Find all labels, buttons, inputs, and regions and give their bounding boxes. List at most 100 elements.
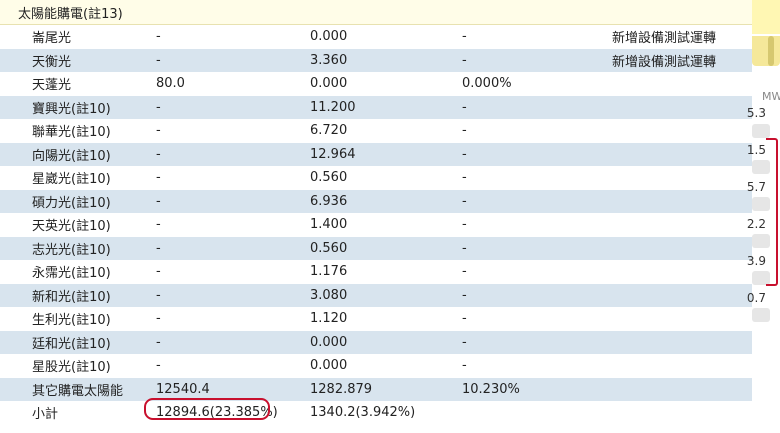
- table-cell: -: [156, 170, 161, 186]
- side-number: 2.2: [746, 217, 766, 231]
- table-cell: -: [156, 334, 161, 350]
- table-cell: 新增設備測試運轉: [612, 54, 717, 70]
- table-cell: -: [156, 123, 161, 139]
- plant-name: 聯華光(註10): [32, 125, 111, 141]
- table-cell: -: [462, 170, 467, 186]
- side-number: 0.7: [746, 291, 766, 305]
- table-cell: 3.360: [310, 52, 348, 68]
- table-row: 星股光(註10) - 0.000 -: [0, 354, 752, 378]
- table-cell: 0.000: [310, 76, 348, 92]
- plant-name: 星崴光(註10): [32, 172, 111, 188]
- table-cell: -: [462, 99, 467, 115]
- highlight-box: [766, 138, 778, 286]
- table-cell: -: [156, 193, 161, 209]
- scrollbar-thumb[interactable]: [768, 36, 774, 66]
- side-number: 5.3: [746, 106, 766, 120]
- plant-name: 永霈光(註10): [32, 266, 111, 282]
- plant-name: 天蓬光: [32, 78, 72, 94]
- table-cell: 1.120: [310, 311, 348, 327]
- table-row: 志光光(註10) - 0.560 -: [0, 236, 752, 260]
- plant-name: 天衡光: [32, 54, 72, 70]
- table-row: 廷和光(註10) - 0.000 -: [0, 330, 752, 354]
- table-cell: -: [462, 311, 467, 327]
- table-cell: -: [462, 358, 467, 374]
- side-unit: MW: [762, 90, 780, 103]
- plant-name: 天英光(註10): [32, 219, 111, 235]
- table-cell: 0.560: [310, 170, 348, 186]
- table-row: 星崴光(註10) - 0.560 -: [0, 166, 752, 190]
- plant-name: 星股光(註10): [32, 360, 111, 376]
- table-cell: 12.964: [310, 146, 356, 162]
- table-cell: -: [156, 29, 161, 45]
- section-header: 太陽能購電(註13): [0, 0, 752, 25]
- plant-name: 碩力光(註10): [32, 195, 111, 211]
- plant-name: 廷和光(註10): [32, 336, 111, 352]
- table-cell: -: [156, 146, 161, 162]
- table-cell: -: [462, 217, 467, 233]
- side-number: 5.7: [746, 180, 766, 194]
- table-cell: -: [156, 217, 161, 233]
- side-bar: [752, 124, 770, 138]
- table-row: 崙尾光 - 0.000 - 新增設備測試運轉: [0, 25, 752, 49]
- table-cell: 80.0: [156, 76, 185, 92]
- subtotal-value: 1340.2(3.942%): [310, 405, 416, 421]
- table-cell: -: [462, 146, 467, 162]
- table-cell: -: [462, 52, 467, 68]
- power-table: 太陽能購電(註13) 崙尾光 -0.000- 新增設備測試運轉 天衡光 -3.360- 新…: [0, 0, 752, 433]
- side-panel-partial: MW 5.3 1.5 5.7 2.2 3.9 0.7: [747, 0, 780, 433]
- section-title: 太陽能購電(註13): [18, 6, 123, 22]
- plant-name: 寶興光(註10): [32, 101, 111, 117]
- table-row: 天英光(註10) - 1.400 -: [0, 213, 752, 237]
- table-cell: -: [156, 287, 161, 303]
- table-cell: -: [462, 123, 467, 139]
- table-cell: 0.560: [310, 240, 348, 256]
- table-row: 聯華光(註10) - 6.720 -: [0, 119, 752, 143]
- table-cell: -: [462, 264, 467, 280]
- plant-name: 向陽光(註10): [32, 148, 111, 164]
- table-row: 生利光(註10) - 1.120 -: [0, 307, 752, 331]
- table-cell: -: [462, 334, 467, 350]
- side-bar: [752, 308, 770, 322]
- table-row: 永霈光(註10) - 1.176 -: [0, 260, 752, 284]
- table-cell: 0.000: [310, 358, 348, 374]
- table-cell: 0.000%: [462, 76, 512, 92]
- subtotal-label: 小計: [32, 407, 59, 423]
- plant-name: 其它購電太陽能: [32, 383, 124, 399]
- table-cell: -: [156, 99, 161, 115]
- table-cell: 12540.4: [156, 381, 210, 397]
- table-cell: -: [156, 311, 161, 327]
- side-header-2: [752, 36, 780, 66]
- table-cell: 1282.879: [310, 381, 373, 397]
- table-cell: -: [462, 240, 467, 256]
- table-cell: 6.720: [310, 123, 348, 139]
- table-cell: 10.230%: [462, 381, 520, 397]
- plant-name: 崙尾光: [32, 31, 72, 47]
- side-number: 3.9: [746, 254, 766, 268]
- table-row: 其它購電太陽能 12540.4 1282.879 10.230%: [0, 377, 752, 401]
- subtotal-row: 小計 12894.6(23.385%) 1340.2(3.942%): [0, 398, 752, 425]
- table-cell: 11.200: [310, 99, 356, 115]
- table-cell: -: [156, 52, 161, 68]
- plant-name: 志光光(註10): [32, 242, 111, 258]
- table-row: 寶興光(註10) - 11.200 -: [0, 95, 752, 119]
- side-number: 1.5: [746, 143, 766, 157]
- plant-name: 新和光(註10): [32, 289, 111, 305]
- table-cell: -: [462, 287, 467, 303]
- table-body: 崙尾光 -0.000- 新增設備測試運轉 天衡光 -3.360- 新增設備測試運轉 天蓬光 8…: [0, 25, 752, 425]
- table-cell: 6.936: [310, 193, 348, 209]
- table-cell: -: [156, 264, 161, 280]
- table-row: 碩力光(註10) - 6.936 -: [0, 189, 752, 213]
- plant-name: 生利光(註10): [32, 313, 111, 329]
- table-row: 向陽光(註10) - 12.964 -: [0, 142, 752, 166]
- table-row: 新和光(註10) - 3.080 -: [0, 283, 752, 307]
- table-row: 天蓬光 80.0 0.000 0.000%: [0, 72, 752, 96]
- table-cell: -: [462, 29, 467, 45]
- table-cell: -: [156, 240, 161, 256]
- table-cell: -: [156, 358, 161, 374]
- table-row: 天衡光 - 3.360 - 新增設備測試運轉: [0, 48, 752, 72]
- table-cell: 0.000: [310, 29, 348, 45]
- table-cell: 3.080: [310, 287, 348, 303]
- highlight-circle: [144, 398, 270, 420]
- side-header: [752, 0, 780, 34]
- table-cell: 1.176: [310, 264, 348, 280]
